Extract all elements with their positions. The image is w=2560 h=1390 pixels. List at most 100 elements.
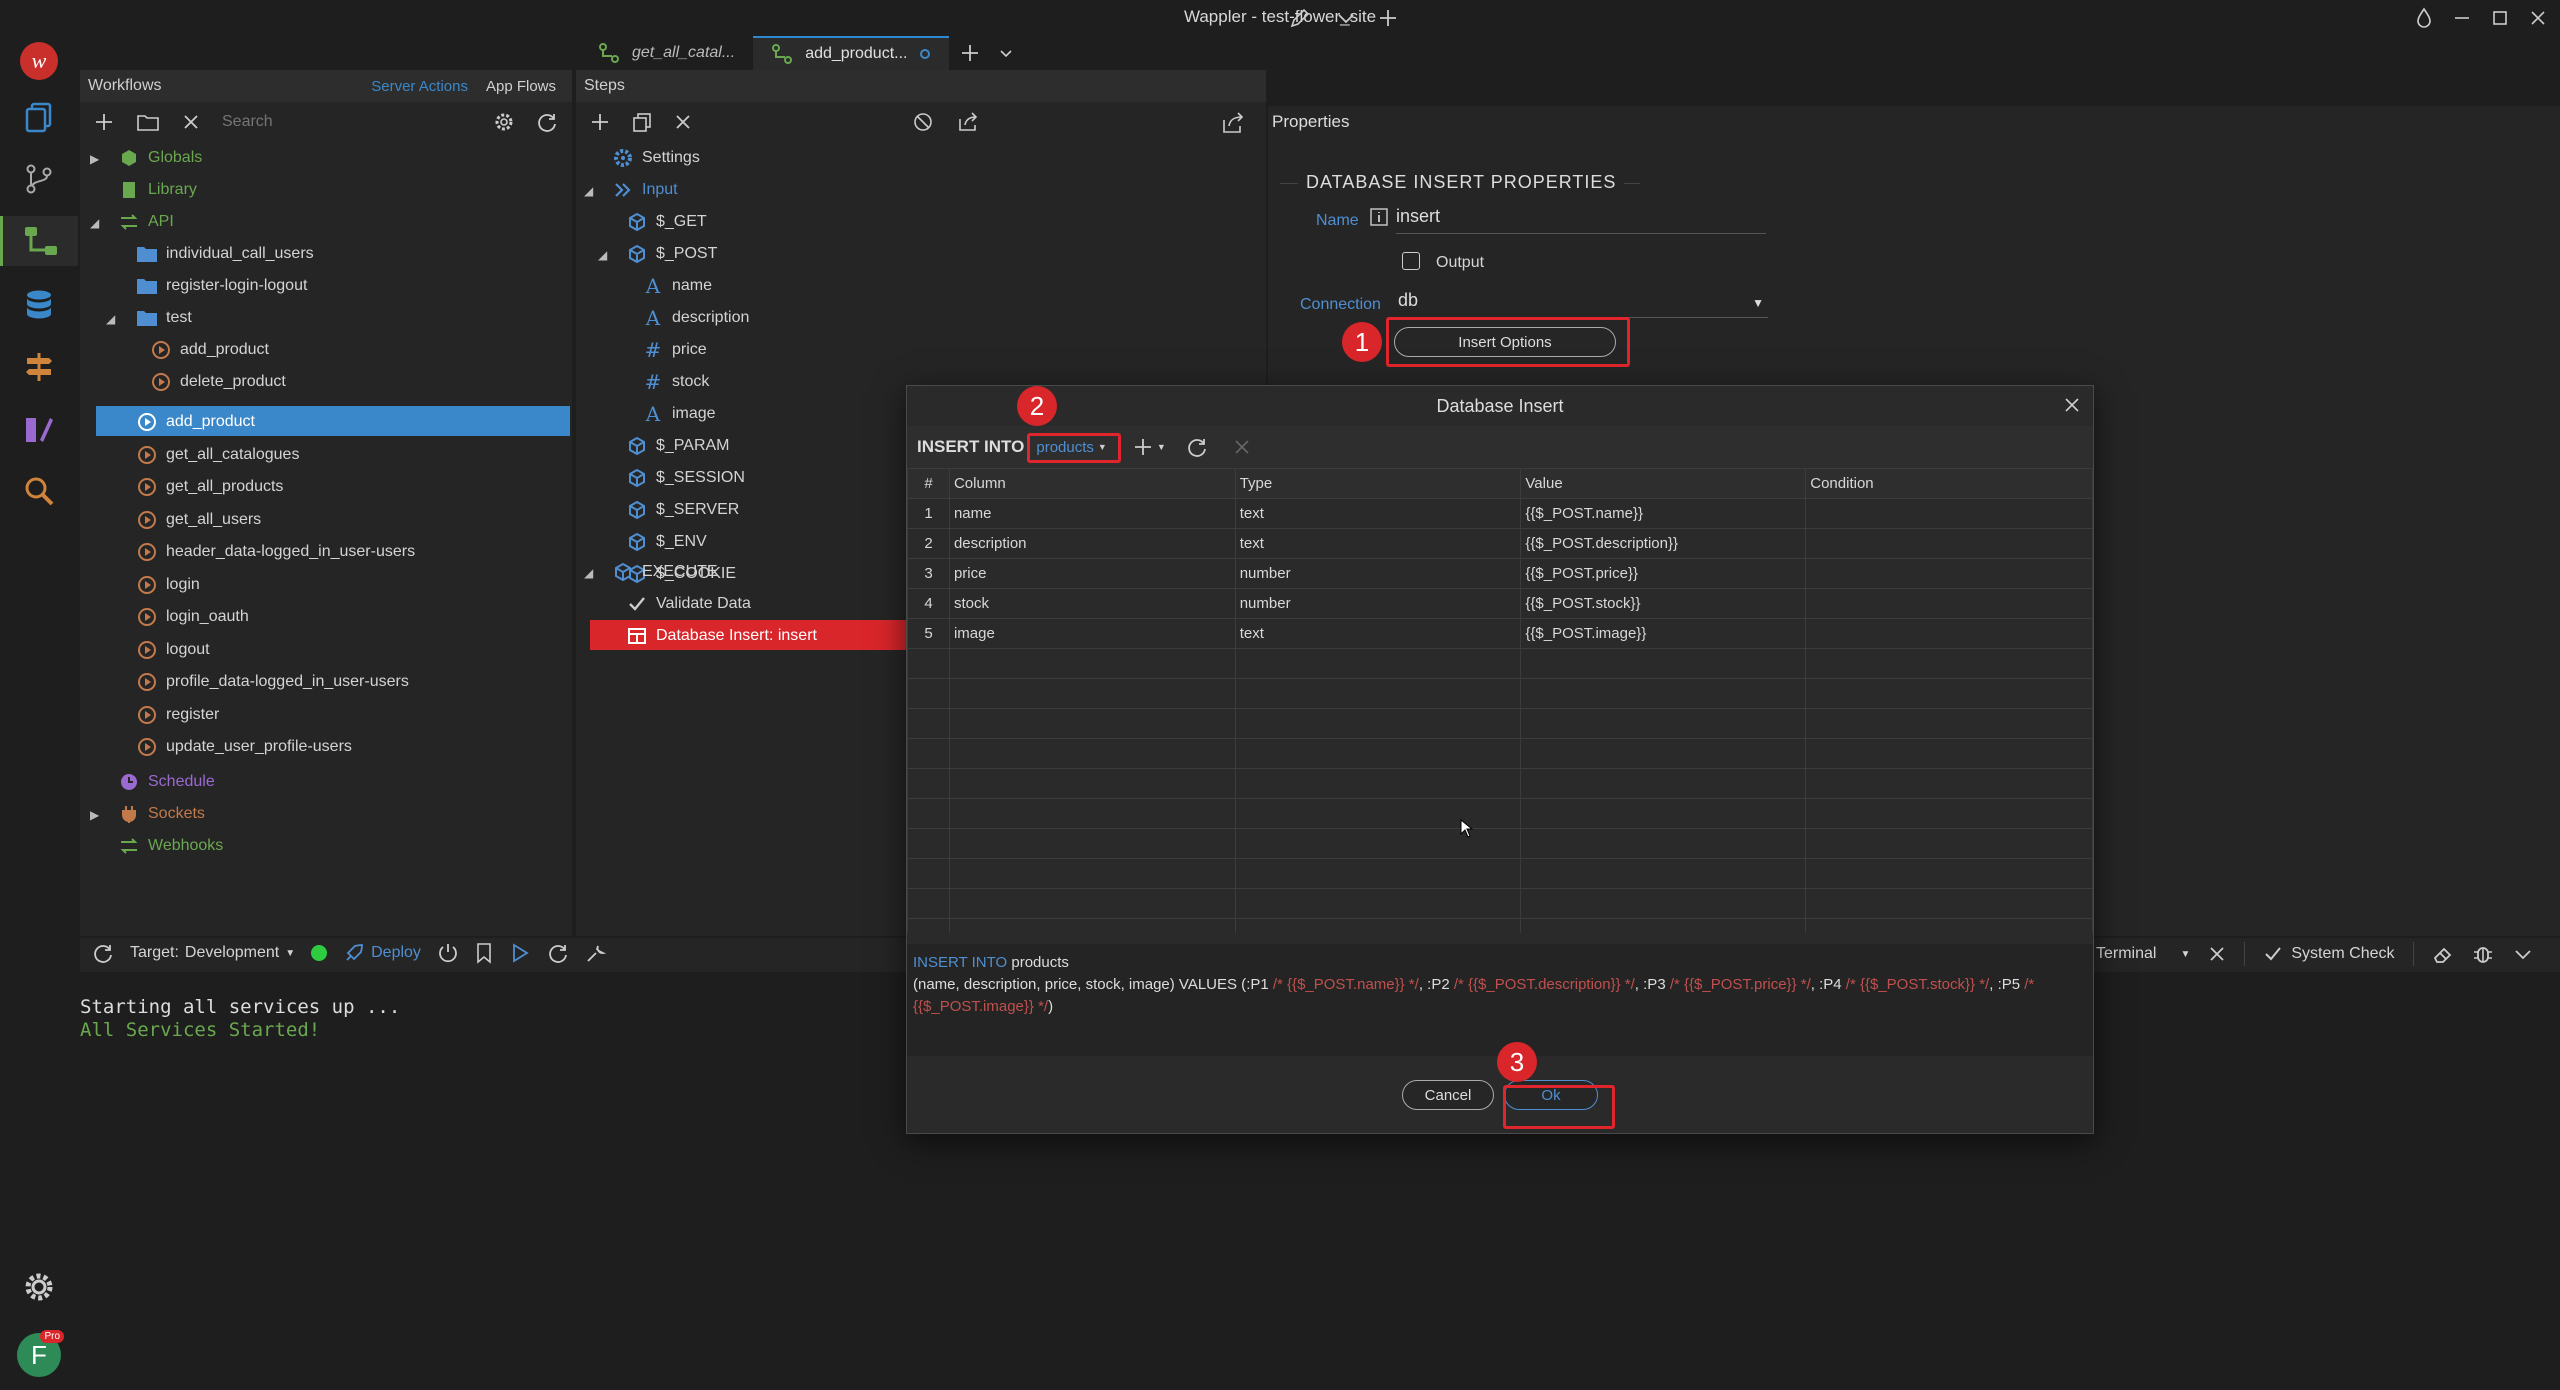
tree-item-action[interactable]: add_product <box>150 334 269 366</box>
value-cell[interactable]: {{$_POST.description}} <box>1520 528 1807 559</box>
column-cell[interactable]: image <box>948 618 1236 649</box>
value-cell[interactable] <box>1520 738 1807 769</box>
condition-cell[interactable] <box>1805 708 2093 739</box>
settings-gear-icon[interactable] <box>14 1262 64 1312</box>
table-row[interactable] <box>907 678 2093 709</box>
run-icon[interactable] <box>509 942 531 964</box>
collapse-caret-icon[interactable]: ◢ <box>584 184 593 198</box>
step-server-var[interactable]: $_SESSION <box>626 462 745 494</box>
column-cell[interactable] <box>948 858 1236 889</box>
step-validate[interactable]: Validate Data <box>626 588 751 620</box>
step-post-field[interactable]: Adescription <box>642 302 750 334</box>
close-terminal-icon[interactable] <box>2208 945 2226 963</box>
type-cell[interactable] <box>1234 858 1522 889</box>
tree-item-schedule[interactable]: Schedule <box>118 766 215 798</box>
table-row[interactable] <box>907 798 2093 829</box>
step-post-field[interactable]: # stock <box>642 366 710 398</box>
condition-cell[interactable] <box>1805 798 2093 829</box>
cancel-button[interactable]: Cancel <box>1402 1080 1494 1110</box>
value-cell[interactable]: {{$_POST.price}} <box>1520 558 1807 589</box>
search-icon[interactable] <box>14 466 64 516</box>
step-post-field[interactable]: # price <box>642 334 707 366</box>
step-server-var[interactable]: $_ENV <box>626 526 707 558</box>
type-cell[interactable] <box>1234 648 1522 679</box>
table-row[interactable] <box>907 888 2093 919</box>
delete-icon[interactable] <box>182 113 200 131</box>
column-cell[interactable] <box>948 768 1236 799</box>
tree-item-action[interactable]: logout <box>136 634 210 666</box>
tree-item-action[interactable]: login <box>136 569 200 601</box>
terminal-select[interactable]: Terminal ▼ <box>2096 945 2190 963</box>
output-checkbox[interactable] <box>1402 252 1420 270</box>
chevron-down-icon[interactable] <box>1334 6 1358 30</box>
value-cell[interactable]: {{$_POST.stock}} <box>1520 588 1807 619</box>
tab-server-actions[interactable]: Server Actions <box>371 78 468 95</box>
condition-cell[interactable] <box>1805 648 2093 679</box>
tree-item-action[interactable]: add_product <box>136 406 255 438</box>
column-cell[interactable] <box>948 828 1236 859</box>
step-input[interactable]: Input <box>612 174 678 206</box>
value-cell[interactable] <box>1520 678 1807 709</box>
new-folder-icon[interactable] <box>136 112 160 132</box>
value-cell[interactable] <box>1520 798 1807 829</box>
condition-cell[interactable] <box>1805 528 2093 559</box>
type-cell[interactable] <box>1234 708 1522 739</box>
disable-icon[interactable] <box>912 111 934 133</box>
copy-icon[interactable] <box>632 112 652 132</box>
step-settings[interactable]: Settings <box>612 142 700 174</box>
type-cell[interactable]: number <box>1234 588 1522 619</box>
connection-select[interactable]: db ▼ <box>1398 290 1768 318</box>
tree-item-action[interactable]: login_oauth <box>136 601 249 633</box>
routing-icon[interactable] <box>14 342 64 392</box>
condition-cell[interactable] <box>1805 768 2093 799</box>
type-cell[interactable] <box>1234 828 1522 859</box>
table-row[interactable] <box>907 858 2093 889</box>
deploy-button[interactable]: Deploy <box>343 942 421 964</box>
table-row[interactable]: 2 description text {{$_POST.description}} <box>907 528 2093 559</box>
tree-item-webhooks[interactable]: Webhooks <box>118 830 223 862</box>
tab-add-product[interactable]: add_product... <box>753 36 950 70</box>
collapse-caret-icon[interactable]: ◢ <box>106 312 115 326</box>
condition-cell[interactable] <box>1805 828 2093 859</box>
design-icon[interactable] <box>14 404 64 454</box>
export-icon[interactable] <box>956 111 980 133</box>
tree-item-action[interactable]: get_all_products <box>136 471 283 503</box>
table-row[interactable]: 1 name text {{$_POST.name}} <box>907 498 2093 529</box>
column-cell[interactable] <box>948 798 1236 829</box>
tree-item-action[interactable]: delete_product <box>150 366 286 398</box>
share-icon[interactable] <box>1220 110 1246 136</box>
tree-item-action[interactable]: get_all_catalogues <box>136 439 299 471</box>
database-icon[interactable] <box>14 280 64 330</box>
tree-item-sockets[interactable]: Sockets <box>118 798 205 830</box>
close-dialog-icon[interactable] <box>2063 396 2081 414</box>
table-row[interactable]: 4 stock number {{$_POST.stock}} <box>907 588 2093 619</box>
condition-cell[interactable] <box>1805 498 2093 529</box>
value-cell[interactable]: {{$_POST.name}} <box>1520 498 1807 529</box>
tree-item-folder-test[interactable]: test <box>136 302 192 334</box>
minimize-icon[interactable] <box>2450 6 2474 30</box>
account-avatar[interactable]: F Pro <box>14 1330 64 1380</box>
maximize-icon[interactable] <box>2488 6 2512 30</box>
table-row[interactable] <box>907 648 2093 679</box>
type-cell[interactable] <box>1234 738 1522 769</box>
restart-icon[interactable] <box>547 942 569 964</box>
tree-item-globals[interactable]: Globals <box>118 142 202 174</box>
condition-cell[interactable] <box>1805 858 2093 889</box>
filter-settings-icon[interactable] <box>494 112 514 132</box>
tree-item-folder[interactable]: individual_call_users <box>136 238 314 270</box>
condition-cell[interactable] <box>1805 588 2093 619</box>
add-step-icon[interactable] <box>590 112 610 132</box>
column-cell[interactable]: name <box>948 498 1236 529</box>
wappler-logo[interactable]: w <box>14 36 64 86</box>
step-post-field[interactable]: Aimage <box>642 398 716 430</box>
target-select[interactable]: Target: Development ▼ <box>130 944 295 962</box>
column-cell[interactable] <box>948 918 1236 933</box>
add-icon[interactable] <box>94 112 114 132</box>
column-cell[interactable] <box>948 708 1236 739</box>
tree-item-folder[interactable]: register-login-logout <box>136 270 307 302</box>
condition-cell[interactable] <box>1805 738 2093 769</box>
step-post[interactable]: $_POST <box>626 238 717 270</box>
power-icon[interactable] <box>437 942 459 964</box>
tree-item-action[interactable]: header_data-logged_in_user-users <box>136 536 415 568</box>
table-row[interactable] <box>907 828 2093 859</box>
